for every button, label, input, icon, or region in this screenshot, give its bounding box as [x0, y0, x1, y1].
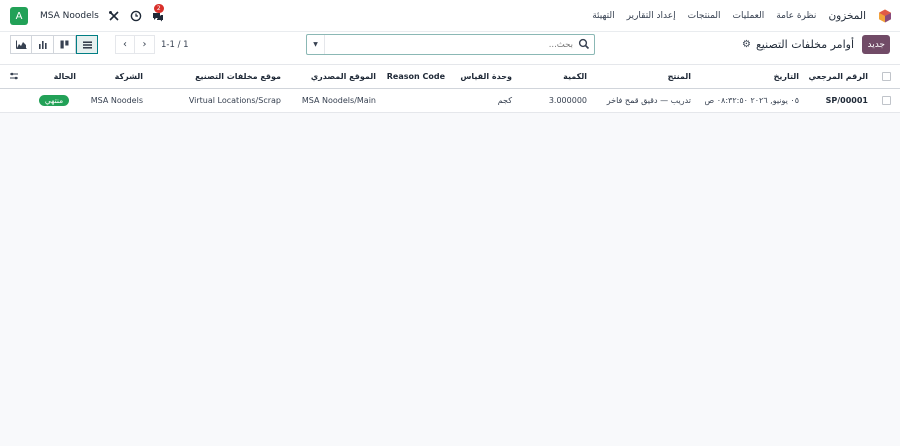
graph-view-button[interactable]	[10, 35, 32, 54]
header-company[interactable]: الشركة	[80, 64, 147, 89]
header-quantity[interactable]: الكمية	[516, 64, 591, 89]
header-source-location[interactable]: الموقع المصدري	[285, 64, 380, 89]
header-reason-code[interactable]: Reason Code	[380, 64, 449, 89]
chat-icon[interactable]: 2	[151, 4, 165, 23]
bar-chart-icon	[38, 41, 47, 49]
table-row[interactable]: منتهي MSA Noodels Virtual Locations/Scra…	[0, 88, 900, 113]
list-view-button[interactable]	[76, 35, 98, 54]
status-badge: منتهي	[38, 95, 70, 106]
pager-next-button[interactable]: ›	[135, 35, 155, 54]
header-reference[interactable]: الرقم المرجعي	[803, 64, 872, 89]
avatar[interactable]: A	[10, 7, 28, 25]
quantity-cell: 3.000000	[516, 88, 591, 113]
view-switcher	[10, 35, 98, 54]
date-cell: ٠٥ يونيو, ٢٠٢٦ ٠٨:٣٢:٥٠ ص	[695, 88, 803, 113]
kanban-icon	[60, 40, 69, 49]
menu-overview[interactable]: نظرة عامة	[776, 11, 816, 21]
scrap-orders-table: الحالة الشركة موقع مخلفات التصنيع الموقع…	[0, 64, 900, 113]
scrap-location-cell: Virtual Locations/Scrap	[147, 88, 285, 113]
company-cell: MSA Noodels	[80, 88, 147, 113]
search-options-toggle[interactable]: ▼	[307, 35, 325, 54]
gear-icon[interactable]: ⚙	[742, 39, 751, 50]
company-switcher[interactable]: MSA Noodels	[40, 11, 99, 21]
select-all-checkbox[interactable]	[872, 64, 900, 89]
page-title: أوامر مخلفات التصنيع	[755, 38, 854, 51]
product-cell: تدريب — دقيق قمح فاخر	[591, 88, 695, 113]
pivot-view-button[interactable]	[32, 35, 54, 54]
sliders-icon	[10, 72, 18, 79]
clock-icon[interactable]	[129, 9, 143, 23]
main-menu: المخزون نظرة عامة العمليات المنتجات إعدا…	[592, 0, 892, 32]
header-product[interactable]: المنتج	[591, 64, 695, 89]
menu-reporting[interactable]: إعداد التقارير	[627, 11, 676, 21]
top-navbar: المخزون نظرة عامة العمليات المنتجات إعدا…	[0, 0, 900, 32]
reference-cell: SP/00001	[803, 88, 872, 113]
menu-operations[interactable]: العمليات	[733, 11, 765, 21]
list-view: الحالة الشركة موقع مخلفات التصنيع الموقع…	[0, 64, 900, 113]
table-header-row: الحالة الشركة موقع مخلفات التصنيع الموقع…	[0, 64, 900, 89]
reason-code-cell	[380, 88, 449, 113]
pager-previous-button[interactable]: ‹	[115, 35, 135, 54]
uom-cell: كجم	[449, 88, 516, 113]
row-spacer	[0, 88, 28, 113]
area-chart-icon	[15, 40, 26, 49]
header-scrap-location[interactable]: موقع مخلفات التصنيع	[147, 64, 285, 89]
header-status[interactable]: الحالة	[28, 64, 80, 89]
tools-icon[interactable]	[107, 9, 121, 23]
row-checkbox[interactable]	[872, 88, 900, 113]
inventory-app-icon[interactable]	[878, 9, 892, 23]
chat-badge: 2	[153, 4, 164, 13]
systray: A MSA Noodels 2	[10, 0, 165, 32]
menu-configuration[interactable]: التهيئة	[592, 11, 614, 21]
search-bar: ▼	[306, 34, 595, 55]
menu-products[interactable]: المنتجات	[688, 11, 721, 21]
app-name[interactable]: المخزون	[828, 10, 866, 22]
kanban-view-button[interactable]	[54, 35, 76, 54]
pager: ‹ › 1-1 / 1	[115, 35, 189, 54]
new-button[interactable]: جديد	[862, 35, 890, 54]
header-uom[interactable]: وحدة القياس	[449, 64, 516, 89]
pager-value[interactable]: 1-1 / 1	[161, 40, 189, 50]
search-icon[interactable]	[578, 38, 590, 50]
status-cell: منتهي	[28, 88, 80, 113]
control-panel: جديد أوامر مخلفات التصنيع ⚙ ▼ ‹ › 1-1 / …	[0, 32, 900, 64]
breadcrumb: أوامر مخلفات التصنيع ⚙	[742, 35, 854, 54]
search-input[interactable]	[327, 35, 577, 54]
header-date[interactable]: التاريخ	[695, 64, 803, 89]
optional-columns-toggle[interactable]	[0, 64, 28, 89]
list-icon	[82, 41, 92, 48]
source-location-cell: MSA Noodels/Main	[285, 88, 380, 113]
